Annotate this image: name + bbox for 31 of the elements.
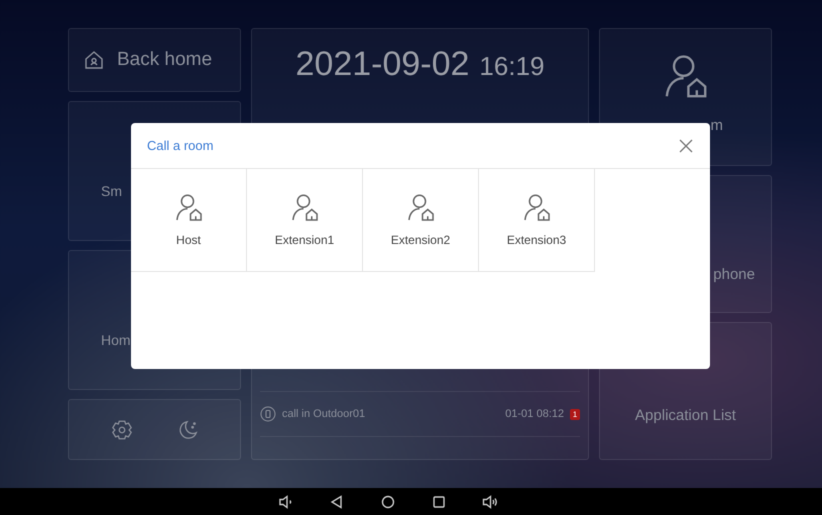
person-house-icon: [406, 193, 436, 223]
unread-badge: 1: [570, 408, 580, 420]
settings-icon[interactable]: [110, 418, 132, 440]
dialog-title: Call a room: [147, 138, 214, 153]
tile-label: Back home: [117, 49, 212, 71]
moon-icon[interactable]: [176, 418, 198, 440]
room-button[interactable]: Extension3: [479, 169, 595, 272]
call-log-row[interactable]: call in Outdoor01 01-01 08:12 1: [260, 391, 580, 437]
recents-icon[interactable]: [431, 494, 447, 510]
call-log-text: call in Outdoor01: [282, 408, 366, 420]
date-text: 2021-09-02: [296, 45, 470, 84]
tile-label: Hom: [101, 332, 131, 348]
tile-label: phone: [713, 266, 755, 283]
room-button[interactable]: Extension1: [247, 169, 363, 272]
person-house-icon: [290, 193, 320, 223]
house-icon: [83, 49, 105, 71]
call-log-time: 01-01 08:12: [505, 408, 564, 420]
volume-up-icon[interactable]: [482, 494, 498, 510]
room-button[interactable]: Extension2: [363, 169, 479, 272]
close-button[interactable]: [678, 138, 694, 154]
person-house-icon: [522, 193, 552, 223]
time-text: 16:19: [479, 51, 544, 82]
tile-label: Sm: [101, 183, 122, 199]
back-home-tile[interactable]: Back home: [68, 28, 241, 92]
home-icon[interactable]: [380, 494, 396, 510]
tile-label: Application List: [635, 406, 736, 424]
tile-label: m: [710, 117, 723, 134]
volume-down-icon[interactable]: [278, 494, 294, 510]
room-button[interactable]: Host: [131, 169, 247, 272]
doorbell-icon: [260, 406, 276, 422]
person-house-icon: [174, 193, 204, 223]
